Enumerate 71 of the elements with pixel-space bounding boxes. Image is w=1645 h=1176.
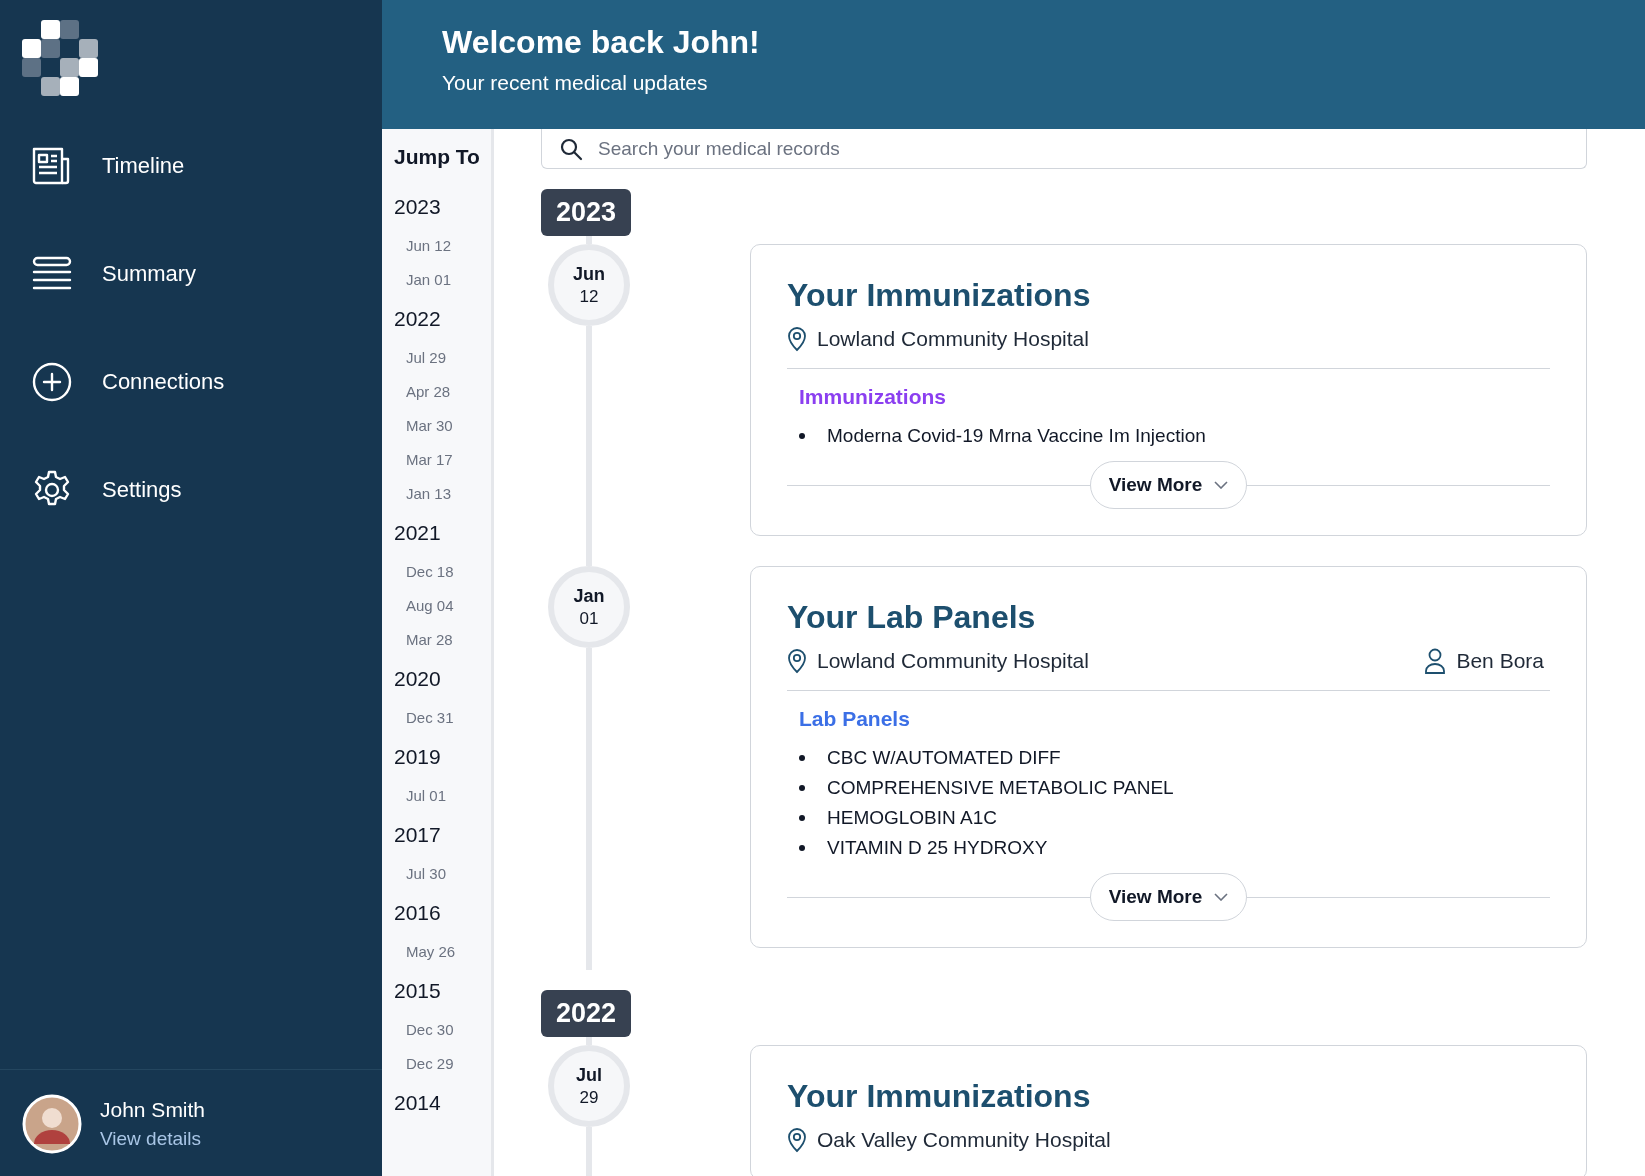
- card-title: Your Lab Panels: [787, 599, 1037, 636]
- date-link[interactable]: Jul 29: [394, 341, 447, 375]
- jump-to-title: Jump To: [394, 145, 480, 169]
- search-field[interactable]: Search your medical records: [541, 129, 1587, 169]
- date-link[interactable]: Jun 12: [394, 229, 452, 263]
- date-link[interactable]: Jul 01: [394, 779, 447, 813]
- avatar-icon: [22, 1094, 82, 1154]
- newspaper-icon: [32, 147, 72, 185]
- date-link[interactable]: Mar 17: [394, 443, 453, 477]
- person-icon: [1424, 648, 1447, 674]
- view-details-link[interactable]: View details: [100, 1128, 206, 1150]
- card-title: Your Immunizations: [787, 277, 1092, 314]
- year-link[interactable]: 2015: [394, 969, 441, 1013]
- search-icon: [559, 137, 583, 161]
- location-pin-icon: [787, 326, 807, 352]
- date-month: Jul: [576, 1064, 602, 1086]
- date-month: Jan: [573, 585, 605, 607]
- year-link[interactable]: 2016: [394, 891, 441, 935]
- logo-icon: [22, 20, 98, 96]
- year-link[interactable]: 2017: [394, 813, 441, 857]
- nav-item[interactable]: Summary: [0, 254, 382, 294]
- record-item: CBC W/AUTOMATED DIFF: [827, 747, 1061, 769]
- user-name: John Smith: [100, 1098, 206, 1122]
- list-icon: [32, 256, 72, 292]
- date-link[interactable]: Dec 18: [394, 555, 454, 589]
- year-link[interactable]: 2023: [394, 185, 441, 229]
- nav-item[interactable]: Timeline: [0, 146, 382, 186]
- location-text: Oak Valley Community Hospital: [817, 1128, 1111, 1152]
- view-more-button[interactable]: View More: [1089, 461, 1248, 509]
- date-link[interactable]: Mar 28: [394, 623, 453, 657]
- date-day: 29: [579, 1087, 599, 1108]
- year-link[interactable]: 2022: [394, 297, 441, 341]
- year-link[interactable]: 2019: [394, 735, 441, 779]
- location-text: Lowland Community Hospital: [817, 327, 1089, 351]
- date-link[interactable]: Apr 28: [394, 375, 451, 409]
- date-link[interactable]: Dec 30: [394, 1013, 454, 1047]
- date-link[interactable]: Dec 31: [394, 701, 454, 735]
- view-more-button[interactable]: View More: [1089, 873, 1248, 921]
- date-month: Jun: [573, 263, 605, 285]
- chevron-down-icon: [1214, 893, 1229, 901]
- year-link[interactable]: 2014: [394, 1081, 441, 1125]
- year-badge: 2023: [541, 189, 632, 236]
- date-link[interactable]: Aug 04: [394, 589, 454, 623]
- date-link[interactable]: Mar 30: [394, 409, 453, 443]
- record-item: Moderna Covid-19 Mrna Vaccine Im Injection: [827, 425, 1206, 447]
- category-title: Immunizations: [799, 385, 946, 409]
- year-link[interactable]: 2020: [394, 657, 441, 701]
- date-day: 01: [579, 608, 599, 629]
- card-title: Your Immunizations: [787, 1078, 1092, 1115]
- date-day: 12: [579, 286, 599, 307]
- location-pin-icon: [787, 648, 807, 674]
- nav-item[interactable]: Settings: [0, 470, 382, 510]
- year-link[interactable]: 2021: [394, 511, 441, 555]
- date-link[interactable]: May 26: [394, 935, 456, 969]
- date-link[interactable]: Dec 29: [394, 1047, 454, 1081]
- record-item: VITAMIN D 25 HYDROXY: [827, 837, 1048, 859]
- plus-circle-icon: [32, 362, 72, 402]
- welcome-subtitle: Your recent medical updates: [442, 71, 709, 95]
- category-title: Lab Panels: [799, 707, 910, 731]
- chevron-down-icon: [1214, 481, 1229, 489]
- date-link[interactable]: Jul 30: [394, 857, 447, 891]
- record-item: COMPREHENSIVE METABOLIC PANEL: [827, 777, 1174, 799]
- nav-item[interactable]: Connections: [0, 362, 382, 402]
- year-badge: 2022: [541, 990, 632, 1037]
- welcome-title: Welcome back John!: [442, 24, 761, 61]
- location-text: Lowland Community Hospital: [817, 649, 1089, 673]
- location-pin-icon: [787, 1127, 807, 1153]
- date-link[interactable]: Jan 01: [394, 263, 452, 297]
- provider-name: Ben Bora: [1456, 649, 1544, 673]
- record-item: HEMOGLOBIN A1C: [827, 807, 997, 829]
- date-link[interactable]: Jan 13: [394, 477, 452, 511]
